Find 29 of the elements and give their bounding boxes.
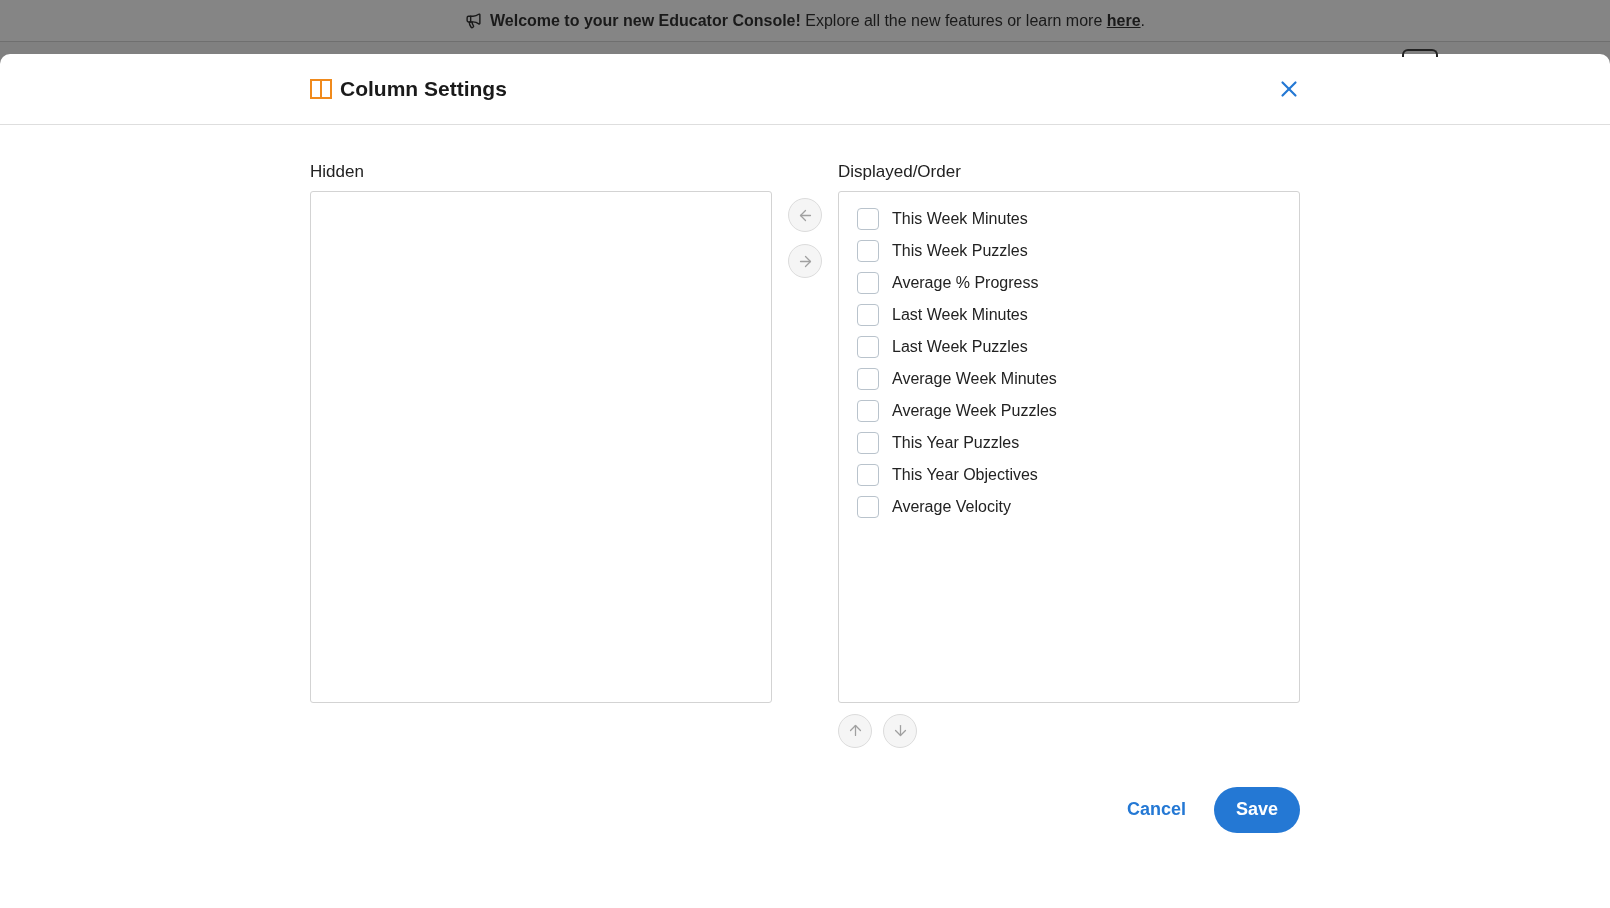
column-name: This Week Puzzles — [892, 240, 1028, 261]
column-name: This Year Puzzles — [892, 432, 1020, 453]
here-link[interactable]: here — [1106, 11, 1141, 29]
cancel-button[interactable]: Cancel — [1126, 796, 1186, 823]
save-button[interactable]: Save — [1213, 786, 1300, 833]
column-name: Last Week Puzzles — [892, 336, 1028, 357]
checkbox[interactable] — [857, 239, 879, 262]
column-name: Average Week Minutes — [892, 368, 1057, 389]
checkbox[interactable] — [857, 335, 879, 358]
column-name: This Year Objectives — [892, 464, 1038, 485]
checkbox[interactable] — [857, 431, 879, 454]
checkbox[interactable] — [857, 207, 879, 230]
checkbox[interactable] — [857, 463, 879, 486]
column-name: Average Week Puzzles — [892, 400, 1057, 421]
column-name: Average Velocity — [892, 496, 1011, 517]
columns-icon — [310, 79, 332, 99]
checkbox[interactable] — [857, 367, 879, 390]
hidden-label: Hidden — [310, 161, 365, 183]
displayed-label: Displayed/Order — [838, 161, 962, 183]
column-name: Last Week Minutes — [892, 304, 1028, 325]
checkbox[interactable] — [857, 495, 879, 518]
dialog-title: Column Settings — [340, 76, 507, 103]
checkbox[interactable] — [857, 303, 879, 326]
column-name: Average % Progress — [892, 272, 1039, 293]
checkbox[interactable] — [857, 271, 879, 294]
welcome-message: Welcome to your new Educator Console! Explore all the new features or learn more here. — [489, 10, 1145, 31]
checkbox[interactable] — [857, 399, 879, 422]
megaphone-icon — [464, 12, 482, 29]
column-name: This Week Minutes — [892, 208, 1028, 229]
